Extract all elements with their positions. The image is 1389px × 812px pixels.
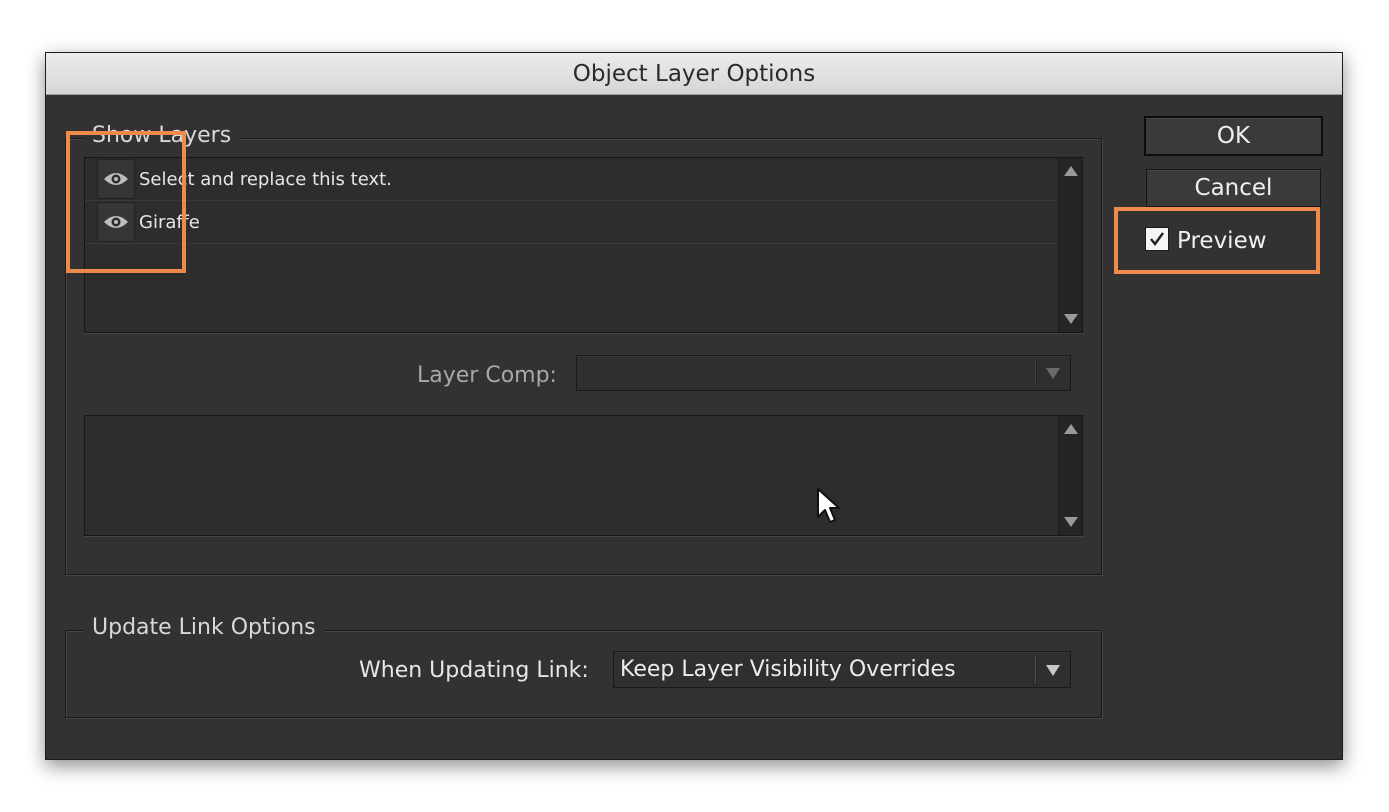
eye-icon <box>104 216 128 228</box>
object-layer-options-dialog: Object Layer Options Show Layers Select … <box>45 52 1343 760</box>
layers-scrollbar[interactable] <box>1058 158 1082 332</box>
update-link-legend: Update Link Options <box>84 615 324 640</box>
layer-row[interactable]: Giraffe <box>85 201 1056 244</box>
mouse-cursor-icon <box>817 488 840 523</box>
chevron-down-icon <box>1046 664 1060 676</box>
comments-scrollbar[interactable] <box>1058 416 1082 535</box>
scroll-down-icon[interactable] <box>1064 314 1078 324</box>
visibility-toggle[interactable] <box>97 202 135 242</box>
layer-label: Select and replace this text. <box>139 168 392 190</box>
layer-row[interactable]: Select and replace this text. <box>85 158 1056 201</box>
preview-checkbox[interactable] <box>1145 227 1169 251</box>
ok-button[interactable]: OK <box>1144 116 1323 156</box>
cancel-button[interactable]: Cancel <box>1146 169 1321 207</box>
layer-comp-label: Layer Comp: <box>417 363 557 388</box>
layer-label: Giraffe <box>139 211 200 233</box>
chevron-down-icon <box>1046 368 1060 379</box>
select-divider <box>1035 360 1036 386</box>
layers-list[interactable]: Select and replace this text. Giraffe <box>84 157 1083 333</box>
layer-comp-comments[interactable] <box>84 415 1083 536</box>
scroll-up-icon[interactable] <box>1064 424 1078 434</box>
preview-label: Preview <box>1177 228 1267 254</box>
eye-icon <box>104 173 128 185</box>
scroll-up-icon[interactable] <box>1064 166 1078 176</box>
when-updating-link-value: Keep Layer Visibility Overrides <box>620 657 956 682</box>
when-updating-link-label: When Updating Link: <box>359 658 589 683</box>
checkmark-icon <box>1150 232 1164 246</box>
dialog-title: Object Layer Options <box>46 53 1342 95</box>
when-updating-link-select[interactable]: Keep Layer Visibility Overrides <box>613 651 1071 688</box>
show-layers-legend: Show Layers <box>84 123 240 148</box>
select-divider <box>1035 656 1036 683</box>
visibility-toggle[interactable] <box>97 159 135 199</box>
layer-comp-select[interactable] <box>576 355 1071 391</box>
scroll-down-icon[interactable] <box>1064 517 1078 527</box>
